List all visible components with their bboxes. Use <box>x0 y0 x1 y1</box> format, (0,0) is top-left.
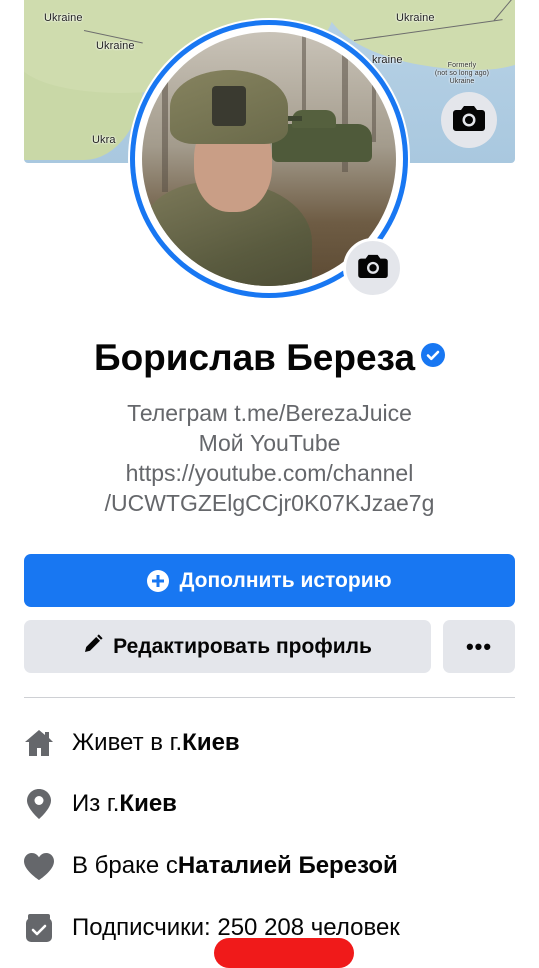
bio-telegram-line[interactable]: Телеграм t.me/BerezaJuice <box>0 398 539 428</box>
heart-icon <box>24 851 54 881</box>
detail-prefix: Живет в г. <box>72 729 183 756</box>
tree <box>372 32 376 142</box>
bio-url-line[interactable]: /UCWTGZElgCCjr0K07KJzae7g <box>0 488 539 518</box>
map-label: Ukraine <box>44 12 83 24</box>
camera-icon <box>358 254 388 283</box>
detail-lives-in: Живет в г. Киев <box>24 723 524 763</box>
profile-name-row: Борислав Береза <box>0 337 539 379</box>
profile-name: Борислав Береза <box>93 337 416 378</box>
map-note-line: Formerly <box>447 62 477 69</box>
detail-prefix: В браке с <box>72 852 178 879</box>
divider <box>24 697 515 698</box>
map-label: Ukraine <box>396 12 435 24</box>
bio-youtube-line: Мой YouTube <box>198 430 341 456</box>
edit-cover-photo-button[interactable] <box>441 92 497 148</box>
red-annotation-mark <box>214 938 354 968</box>
map-note-line: Ukraine <box>449 78 475 85</box>
add-to-story-label: Дополнить историю <box>179 568 392 592</box>
map-label: Ukraine <box>96 40 135 52</box>
tree <box>162 32 168 192</box>
pencil-icon <box>83 633 103 660</box>
map-note: Formerly (not so long ago) Ukraine <box>430 62 494 86</box>
map-label: kraine <box>372 54 403 66</box>
city-link[interactable]: Киев <box>182 729 240 757</box>
edit-profile-button[interactable]: Редактировать профиль <box>24 620 431 673</box>
helmet-mount <box>212 86 246 126</box>
map-note-line: (not so long ago) <box>434 70 490 77</box>
plus-circle-icon <box>147 569 170 592</box>
detail-relationship: В браке с Наталией Березой <box>24 846 524 886</box>
map-label: Ukra <box>92 134 116 146</box>
city-link[interactable]: Киев <box>119 790 177 818</box>
camera-icon <box>453 105 485 136</box>
edit-profile-label: Редактировать профиль <box>113 634 372 658</box>
detail-from: Из г. Киев <box>24 784 524 824</box>
verified-badge-icon <box>421 343 446 368</box>
edit-profile-picture-button[interactable] <box>343 238 403 298</box>
more-icon: ••• <box>465 633 493 659</box>
more-options-button[interactable]: ••• <box>443 620 515 673</box>
followers-icon <box>24 913 54 943</box>
detail-prefix: Из г. <box>72 790 120 817</box>
bio-url-line[interactable]: https://youtube.com/channel <box>0 458 539 488</box>
profile-bio: Телеграм t.me/BerezaJuice Мой YouTube ht… <box>0 398 539 518</box>
add-to-story-button[interactable]: Дополнить историю <box>24 554 515 607</box>
spouse-link[interactable]: Наталией Березой <box>178 852 398 880</box>
home-icon <box>24 728 54 758</box>
location-pin-icon <box>24 789 54 819</box>
